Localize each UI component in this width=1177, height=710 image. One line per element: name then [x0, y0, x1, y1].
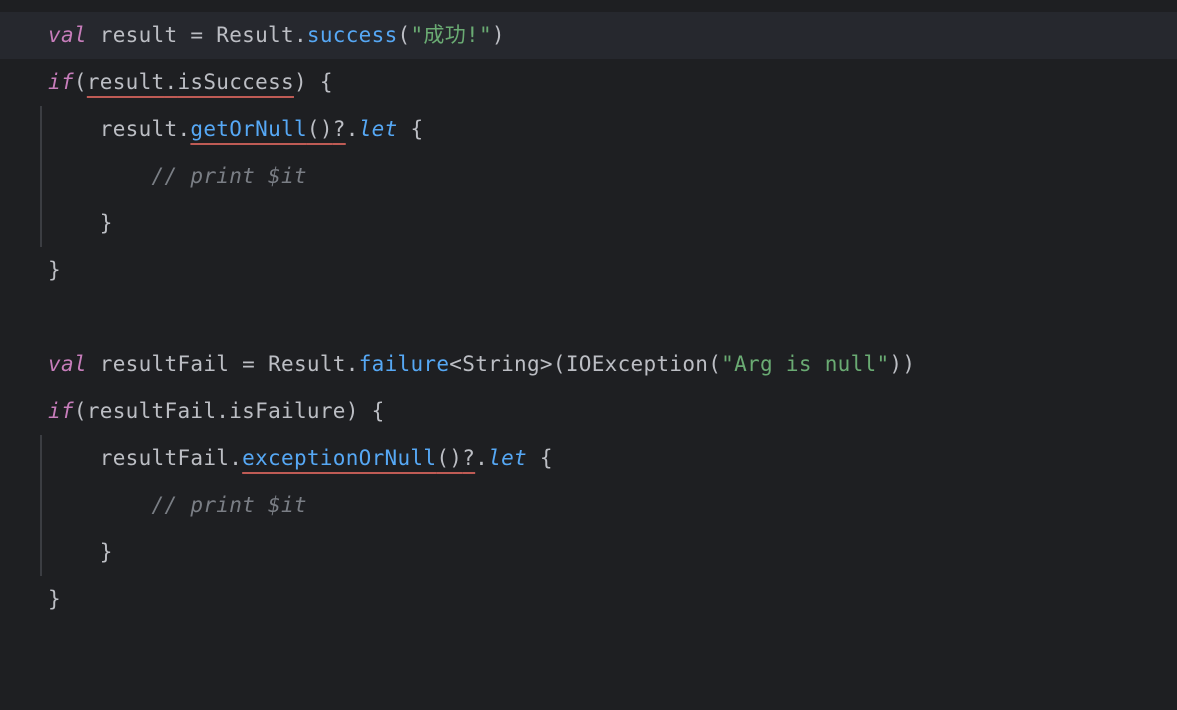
- code-token: isSuccess: [177, 70, 294, 94]
- code-token: IOException: [566, 352, 708, 376]
- code-token: resultFail: [87, 399, 216, 423]
- code-editor[interactable]: val result = Result.success("成功!")if(res…: [0, 0, 1177, 623]
- code-token: (: [398, 23, 411, 47]
- code-line[interactable]: }: [0, 576, 1177, 623]
- code-line[interactable]: // print $it: [0, 153, 1177, 200]
- indent-guide: [40, 106, 42, 153]
- code-token: exceptionOrNull: [242, 446, 436, 470]
- code-token: }: [48, 587, 61, 611]
- code-line[interactable]: if(result.isSuccess) {: [0, 59, 1177, 106]
- code-token: {: [411, 117, 424, 141]
- code-token: }: [48, 258, 61, 282]
- code-token: (): [307, 117, 333, 141]
- code-token: ): [346, 399, 359, 423]
- code-token: .: [475, 446, 488, 470]
- code-token: .: [229, 446, 242, 470]
- blank-line: [48, 305, 61, 329]
- code-token: .: [216, 399, 229, 423]
- code-token: ?: [333, 117, 346, 141]
- indent: [48, 211, 100, 235]
- code-token: >: [540, 352, 553, 376]
- code-token: ?: [462, 446, 475, 470]
- code-token: (: [708, 352, 721, 376]
- code-line[interactable]: [0, 294, 1177, 341]
- code-token: ): [492, 23, 505, 47]
- code-token: .: [346, 117, 359, 141]
- indent-guide: [40, 153, 42, 200]
- code-line[interactable]: val result = Result.success("成功!"): [0, 12, 1177, 59]
- code-token: result: [100, 117, 178, 141]
- code-token: [307, 70, 320, 94]
- code-token: val: [48, 352, 87, 376]
- code-token: .: [165, 70, 178, 94]
- code-token: (: [553, 352, 566, 376]
- code-token: {: [372, 399, 385, 423]
- code-token: Result: [255, 352, 346, 376]
- code-token: String: [462, 352, 540, 376]
- code-token: failure: [359, 352, 450, 376]
- code-token: success: [307, 23, 398, 47]
- code-token: }: [100, 211, 113, 235]
- code-line[interactable]: resultFail.exceptionOrNull()?.let {: [0, 435, 1177, 482]
- code-token: result: [87, 23, 191, 47]
- code-line[interactable]: val resultFail = Result.failure<String>(…: [0, 341, 1177, 388]
- code-token: .: [294, 23, 307, 47]
- code-token: {: [320, 70, 333, 94]
- code-token: )): [889, 352, 915, 376]
- code-token: [527, 446, 540, 470]
- code-token: {: [540, 446, 553, 470]
- code-token: let: [359, 117, 398, 141]
- code-line[interactable]: }: [0, 200, 1177, 247]
- code-token: let: [488, 446, 527, 470]
- code-token: Result: [203, 23, 294, 47]
- code-line[interactable]: result.getOrNull()?.let {: [0, 106, 1177, 153]
- code-token: .: [346, 352, 359, 376]
- code-token: // print $it: [152, 493, 307, 517]
- indent: [48, 446, 100, 470]
- code-token: =: [242, 352, 255, 376]
- code-token: <: [449, 352, 462, 376]
- code-token: resultFail: [87, 352, 242, 376]
- code-token: (: [74, 70, 87, 94]
- code-token: [359, 399, 372, 423]
- indent: [48, 164, 152, 188]
- code-token: getOrNull: [190, 117, 307, 141]
- code-token: ): [294, 70, 307, 94]
- code-token: [398, 117, 411, 141]
- code-token: result: [87, 70, 165, 94]
- code-line[interactable]: }: [0, 247, 1177, 294]
- code-token: (: [74, 399, 87, 423]
- code-token: "成功!": [410, 23, 491, 47]
- indent: [48, 540, 100, 564]
- code-token: if: [48, 70, 74, 94]
- code-token: resultFail: [100, 446, 229, 470]
- indent: [48, 493, 152, 517]
- code-token: // print $it: [152, 164, 307, 188]
- code-token: }: [100, 540, 113, 564]
- code-token: if: [48, 399, 74, 423]
- code-line[interactable]: }: [0, 529, 1177, 576]
- code-token: (): [436, 446, 462, 470]
- code-token: val: [48, 23, 87, 47]
- code-line[interactable]: if(resultFail.isFailure) {: [0, 388, 1177, 435]
- code-token: isFailure: [229, 399, 346, 423]
- indent-guide: [40, 529, 42, 576]
- code-line[interactable]: // print $it: [0, 482, 1177, 529]
- indent-guide: [40, 435, 42, 482]
- code-token: .: [177, 117, 190, 141]
- indent-guide: [40, 482, 42, 529]
- indent-guide: [40, 200, 42, 247]
- indent: [48, 117, 100, 141]
- code-token: =: [190, 23, 203, 47]
- code-token: "Arg is null": [721, 352, 889, 376]
